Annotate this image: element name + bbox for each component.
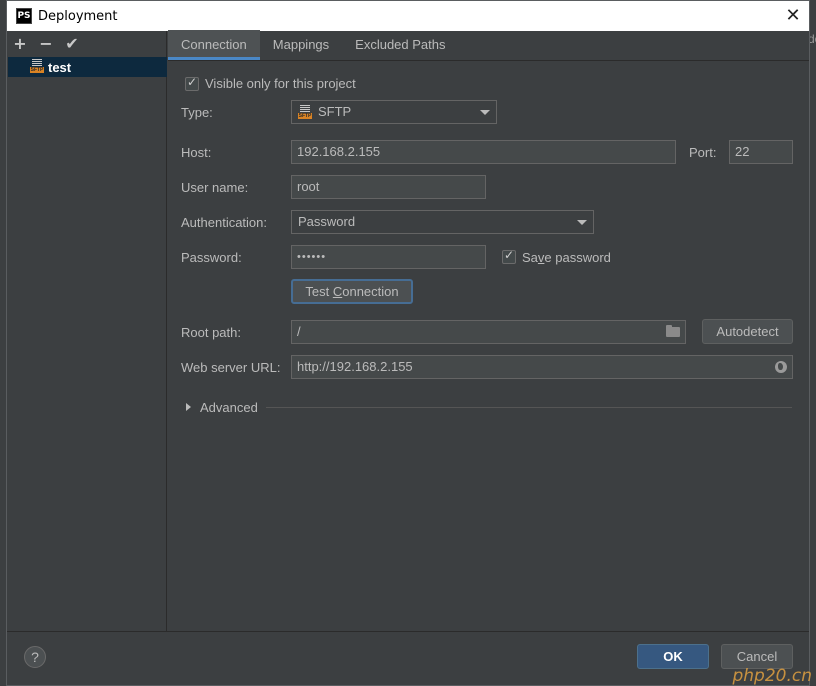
tab-mappings[interactable]: Mappings <box>260 30 342 60</box>
user-name-field[interactable]: root <box>291 175 486 199</box>
dialog-title: Deployment <box>38 9 118 24</box>
password-label: Password: <box>181 250 242 265</box>
web-server-url-field[interactable]: http://192.168.2.155 <box>291 355 793 379</box>
watermark: php20.cn <box>732 666 812 686</box>
web-server-url-label: Web server URL: <box>181 360 281 375</box>
port-field[interactable]: 22 <box>729 140 793 164</box>
add-server-button[interactable]: + <box>13 35 27 52</box>
root-path-label: Root path: <box>181 325 241 340</box>
web-server-url-value: http://192.168.2.155 <box>297 359 413 374</box>
advanced-section-toggle[interactable]: Advanced <box>186 399 792 415</box>
type-value: SFTP <box>318 104 352 119</box>
user-name-label: User name: <box>181 180 249 195</box>
dialog-footer: ? OK Cancel <box>7 631 809 685</box>
server-item-label: test <box>48 59 72 75</box>
tab-excluded-paths[interactable]: Excluded Paths <box>342 30 458 60</box>
host-label: Host: <box>181 145 212 160</box>
set-default-check-button[interactable]: ✔ <box>65 35 79 52</box>
connection-form: Visible only for this project Type: SFTP… <box>168 61 809 631</box>
server-list-toolbar: + − ✔ <box>7 31 166 56</box>
root-path-value: / <box>297 324 301 339</box>
ok-button[interactable]: OK <box>637 644 709 669</box>
sftp-type-icon: SFTP <box>298 105 312 120</box>
root-path-field[interactable]: / <box>291 320 686 344</box>
save-password-checkbox[interactable] <box>502 248 516 264</box>
authentication-label: Authentication: <box>181 215 268 230</box>
chevron-down-icon <box>577 220 587 225</box>
browse-folder-icon[interactable] <box>666 325 680 337</box>
test-connection-button[interactable]: Test Connection <box>291 279 413 304</box>
port-label: Port: <box>689 145 717 160</box>
visible-only-checkbox[interactable] <box>185 75 199 91</box>
tab-bar: Connection Mappings Excluded Paths <box>168 30 809 61</box>
save-password-label: Save password <box>522 250 611 265</box>
remove-server-button[interactable]: − <box>39 35 53 52</box>
host-field[interactable]: 192.168.2.155 <box>291 140 676 164</box>
visible-only-label: Visible only for this project <box>205 76 356 91</box>
authentication-value: Password <box>298 214 356 229</box>
phpstorm-app-icon: PS <box>16 8 32 24</box>
authentication-select[interactable]: Password <box>291 210 594 234</box>
deployment-dialog: PS Deployment ✕ + − ✔ SFTP test Connecti… <box>6 0 810 686</box>
open-in-browser-globe-icon[interactable] <box>775 361 787 373</box>
tab-connection[interactable]: Connection <box>168 30 260 60</box>
sftp-server-icon: SFTP <box>30 59 44 74</box>
help-button[interactable]: ? <box>24 646 46 668</box>
advanced-divider <box>265 406 792 408</box>
server-list-panel: + − ✔ SFTP test <box>7 31 167 631</box>
password-field[interactable]: •••••• <box>291 245 486 269</box>
autodetect-button[interactable]: Autodetect <box>702 319 793 344</box>
title-bar: PS Deployment ✕ <box>7 1 809 31</box>
close-button[interactable]: ✕ <box>783 6 803 26</box>
chevron-down-icon <box>480 110 490 115</box>
expand-triangle-icon <box>186 403 191 411</box>
settings-panel: Connection Mappings Excluded Paths Visib… <box>168 30 809 631</box>
server-item-test[interactable]: SFTP test <box>8 57 167 77</box>
type-select[interactable]: SFTP SFTP <box>291 100 497 124</box>
advanced-label: Advanced <box>200 399 258 415</box>
type-label: Type: <box>181 105 213 120</box>
